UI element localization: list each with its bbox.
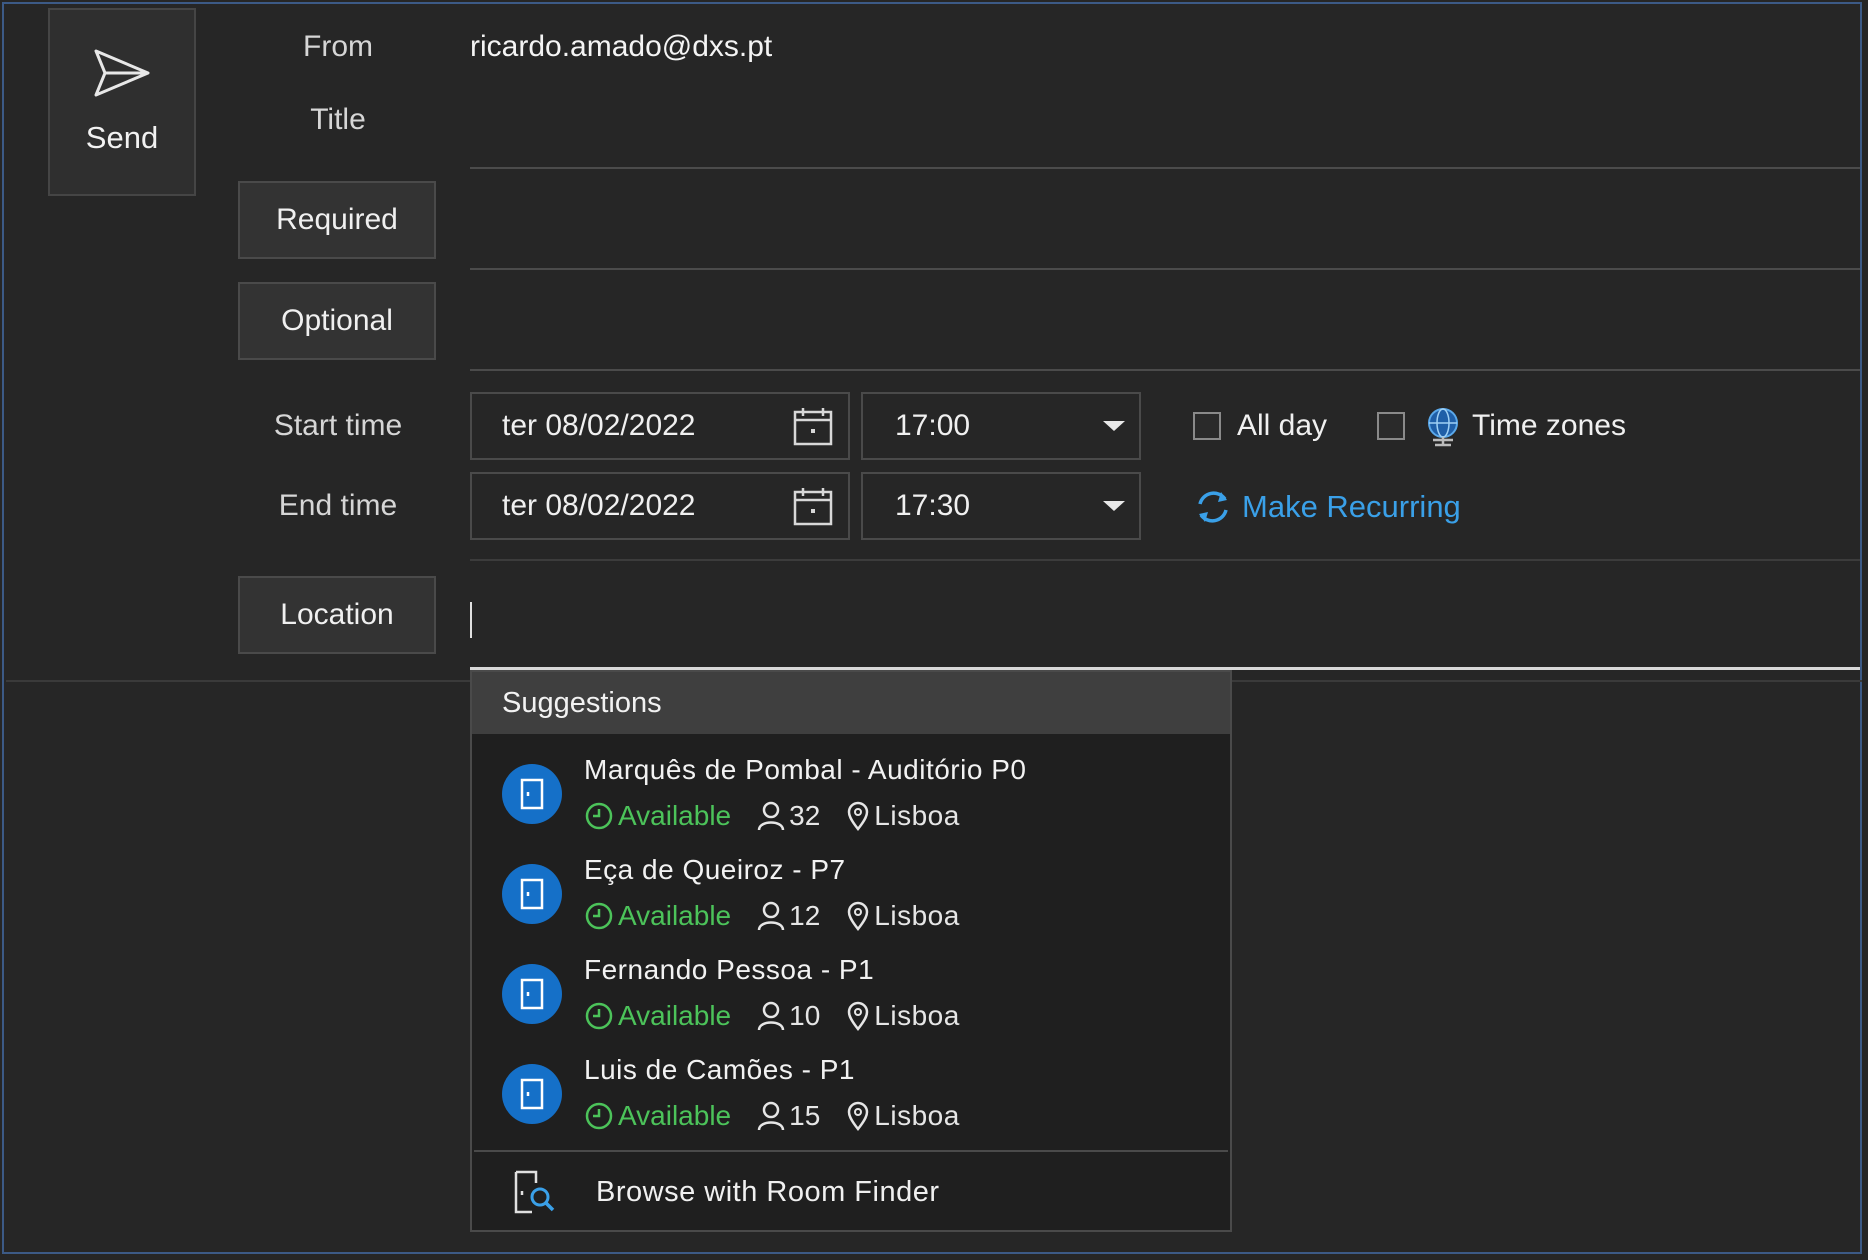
clock-icon	[585, 802, 613, 830]
room-city: Lisboa	[874, 900, 960, 931]
start-date-picker[interactable]: ter 08/02/2022	[470, 392, 850, 460]
room-icon	[502, 864, 562, 924]
room-status: Available	[618, 900, 732, 931]
time-zones-label: Time zones	[1472, 409, 1626, 442]
end-date-picker[interactable]: ter 08/02/2022	[470, 472, 850, 540]
room-status: Available	[618, 800, 732, 831]
send-label: Send	[85, 120, 159, 155]
send-button[interactable]: Send	[48, 8, 196, 196]
suggestions-header: Suggestions	[472, 672, 1230, 734]
title-label: Title	[310, 103, 366, 136]
from-value[interactable]: ricardo.amado@dxs.pt	[470, 30, 772, 64]
room-name: Eça de Queiroz - P7	[584, 854, 846, 885]
person-icon	[757, 801, 785, 831]
recurring-icon	[1198, 491, 1228, 523]
person-icon	[757, 1001, 785, 1031]
suggestion-item[interactable]: Luis de Camões - P1 Available 15 Lisboa	[472, 1044, 1230, 1144]
start-time-value: 17:00	[895, 409, 971, 442]
room-name: Luis de Camões - P1	[584, 1054, 855, 1085]
suggestion-item[interactable]: Fernando Pessoa - P1 Available 10 Lisboa	[472, 944, 1230, 1044]
room-name: Fernando Pessoa - P1	[584, 954, 875, 985]
end-date-value: ter 08/02/2022	[502, 489, 696, 522]
end-time-value: 17:30	[895, 489, 971, 522]
room-icon	[502, 1064, 562, 1124]
room-icon	[502, 764, 562, 824]
room-city: Lisboa	[874, 1000, 960, 1031]
send-icon	[94, 49, 150, 97]
required-attendees-input[interactable]	[470, 172, 1860, 266]
all-day-checkbox[interactable]	[1193, 412, 1221, 440]
location-pin-icon	[848, 1101, 869, 1131]
optional-underline	[470, 369, 1860, 371]
suggestion-item[interactable]: Marquês de Pombal - Auditório P0 Availab…	[472, 744, 1230, 844]
calendar-icon[interactable]	[792, 485, 834, 527]
person-icon	[757, 1101, 785, 1131]
browse-room-finder-button[interactable]: Browse with Room Finder	[472, 1154, 1230, 1230]
required-button[interactable]: Required	[238, 181, 436, 259]
from-label: From	[303, 30, 373, 63]
room-name: Marquês de Pombal - Auditório P0	[584, 754, 1027, 785]
suggestions-divider	[474, 1150, 1228, 1152]
make-recurring-label: Make Recurring	[1242, 489, 1461, 524]
room-status: Available	[618, 1000, 732, 1031]
start-time-label: Start time	[273, 409, 403, 442]
end-time-label: End time	[278, 489, 398, 522]
calendar-icon[interactable]	[792, 405, 834, 447]
room-capacity: 12	[789, 900, 821, 931]
chevron-down-icon	[1103, 421, 1125, 431]
make-recurring-link[interactable]: Make Recurring	[1192, 488, 1461, 526]
room-meta: Available 12 Lisboa	[584, 900, 986, 932]
room-meta: Available 15 Lisboa	[584, 1100, 986, 1132]
location-pin-icon	[848, 1001, 869, 1031]
location-suggestions-dropdown: Suggestions Marquês de Pombal - Auditóri…	[470, 670, 1232, 1232]
room-city: Lisboa	[874, 800, 960, 831]
room-finder-icon	[514, 1170, 555, 1214]
end-time-dropdown[interactable]: 17:30	[861, 472, 1141, 540]
clock-icon	[585, 1102, 613, 1130]
room-capacity: 10	[789, 1000, 821, 1031]
start-date-value: ter 08/02/2022	[502, 409, 696, 442]
required-underline	[470, 268, 1860, 270]
time-zones-checkbox[interactable]	[1377, 412, 1405, 440]
suggestion-item[interactable]: Eça de Queiroz - P7 Available 12 Lisboa	[472, 844, 1230, 944]
chevron-down-icon	[1103, 501, 1125, 511]
start-time-dropdown[interactable]: 17:00	[861, 392, 1141, 460]
location-button[interactable]: Location	[238, 576, 436, 654]
room-city: Lisboa	[874, 1100, 960, 1131]
room-meta: Available 10 Lisboa	[584, 1000, 986, 1032]
time-divider	[470, 559, 1860, 561]
room-status: Available	[618, 1100, 732, 1131]
location-input[interactable]	[470, 566, 1860, 666]
globe-icon	[1428, 408, 1458, 447]
title-underline	[470, 167, 1860, 169]
clock-icon	[585, 902, 613, 930]
location-pin-icon	[848, 901, 869, 931]
title-input[interactable]	[470, 80, 1860, 166]
room-capacity: 15	[789, 1100, 821, 1131]
room-icon	[502, 964, 562, 1024]
browse-room-finder-label: Browse with Room Finder	[596, 1175, 940, 1208]
clock-icon	[585, 1002, 613, 1030]
person-icon	[757, 901, 785, 931]
all-day-label: All day	[1237, 409, 1328, 442]
location-pin-icon	[848, 801, 869, 831]
room-capacity: 32	[789, 800, 821, 831]
text-cursor	[470, 602, 472, 638]
optional-button[interactable]: Optional	[238, 282, 436, 360]
room-meta: Available 32 Lisboa	[584, 800, 986, 832]
optional-attendees-input[interactable]	[470, 272, 1860, 366]
